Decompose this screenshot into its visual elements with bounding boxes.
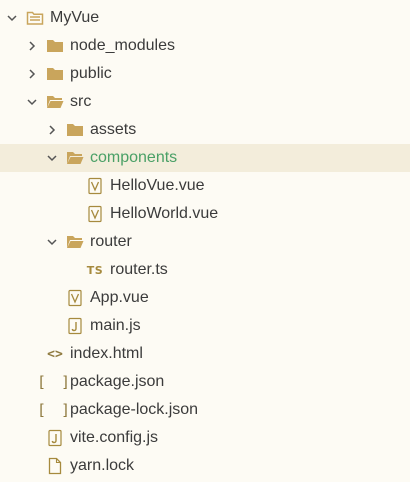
folder-icon: [46, 37, 64, 55]
tree-item-label: package.json: [70, 373, 165, 390]
json-file-icon: [ ]: [36, 373, 74, 391]
json-file-icon: [ ]: [36, 401, 74, 419]
chevron-right-icon[interactable]: [24, 38, 40, 54]
tree-item-assets[interactable]: assets: [0, 116, 410, 144]
tree-item-node-modules[interactable]: node_modules: [0, 32, 410, 60]
chevron-down-icon[interactable]: [44, 234, 60, 250]
tree-item-label: yarn.lock: [70, 457, 135, 474]
chevron-down-icon[interactable]: [44, 150, 60, 166]
tree-item-label: main.js: [90, 317, 141, 334]
tree-item-package-lock-json[interactable]: [ ] package-lock.json: [0, 396, 410, 424]
js-file-icon: [66, 317, 84, 335]
tree-item-label: App.vue: [90, 289, 149, 306]
tree-item-components[interactable]: components: [0, 144, 410, 172]
tree-item-yarn-lock[interactable]: yarn.lock: [0, 452, 410, 480]
tree-item-router-ts[interactable]: TS router.ts: [0, 256, 410, 284]
tree-item-hellovue[interactable]: HelloVue.vue: [0, 172, 410, 200]
ts-file-icon: TS: [86, 263, 104, 277]
tree-item-label: components: [90, 149, 178, 166]
tree-item-label: router.ts: [110, 261, 168, 278]
tree-item-label: package-lock.json: [70, 401, 199, 418]
tree-item-main-js[interactable]: main.js: [0, 312, 410, 340]
folder-open-icon: [66, 149, 84, 167]
tree-item-label: MyVue: [50, 9, 100, 26]
tree-item-myvue[interactable]: MyVue: [0, 4, 410, 32]
vue-file-icon: [66, 289, 84, 307]
js-file-icon: [46, 429, 64, 447]
tree-item-label: assets: [90, 121, 137, 138]
chevron-down-icon[interactable]: [4, 10, 20, 26]
vue-file-icon: [86, 177, 104, 195]
chevron-right-icon[interactable]: [44, 122, 60, 138]
tree-item-public[interactable]: public: [0, 60, 410, 88]
file-explorer-tree: MyVue node_modules public src assets com…: [0, 0, 410, 482]
folder-root-icon: [26, 9, 44, 27]
tree-item-label: node_modules: [70, 37, 175, 54]
tree-item-src[interactable]: src: [0, 88, 410, 116]
tree-item-index-html[interactable]: <> index.html: [0, 340, 410, 368]
tree-item-label: public: [70, 65, 112, 82]
folder-icon: [66, 121, 84, 139]
tree-item-app-vue[interactable]: App.vue: [0, 284, 410, 312]
tree-item-label: HelloWorld.vue: [110, 205, 219, 222]
tree-item-package-json[interactable]: [ ] package.json: [0, 368, 410, 396]
chevron-down-icon[interactable]: [24, 94, 40, 110]
folder-open-icon: [46, 93, 64, 111]
folder-icon: [46, 65, 64, 83]
file-icon: [46, 457, 64, 475]
tree-item-label: src: [70, 93, 92, 110]
tree-item-router[interactable]: router: [0, 228, 410, 256]
tree-item-vite-config[interactable]: vite.config.js: [0, 424, 410, 452]
tree-item-label: HelloVue.vue: [110, 177, 205, 194]
vue-file-icon: [86, 205, 104, 223]
tree-item-label: router: [90, 233, 132, 250]
html-file-icon: <>: [47, 346, 63, 362]
folder-open-icon: [66, 233, 84, 251]
chevron-right-icon[interactable]: [24, 66, 40, 82]
tree-item-label: index.html: [70, 345, 143, 362]
tree-item-helloworld[interactable]: HelloWorld.vue: [0, 200, 410, 228]
tree-item-label: vite.config.js: [70, 429, 159, 446]
